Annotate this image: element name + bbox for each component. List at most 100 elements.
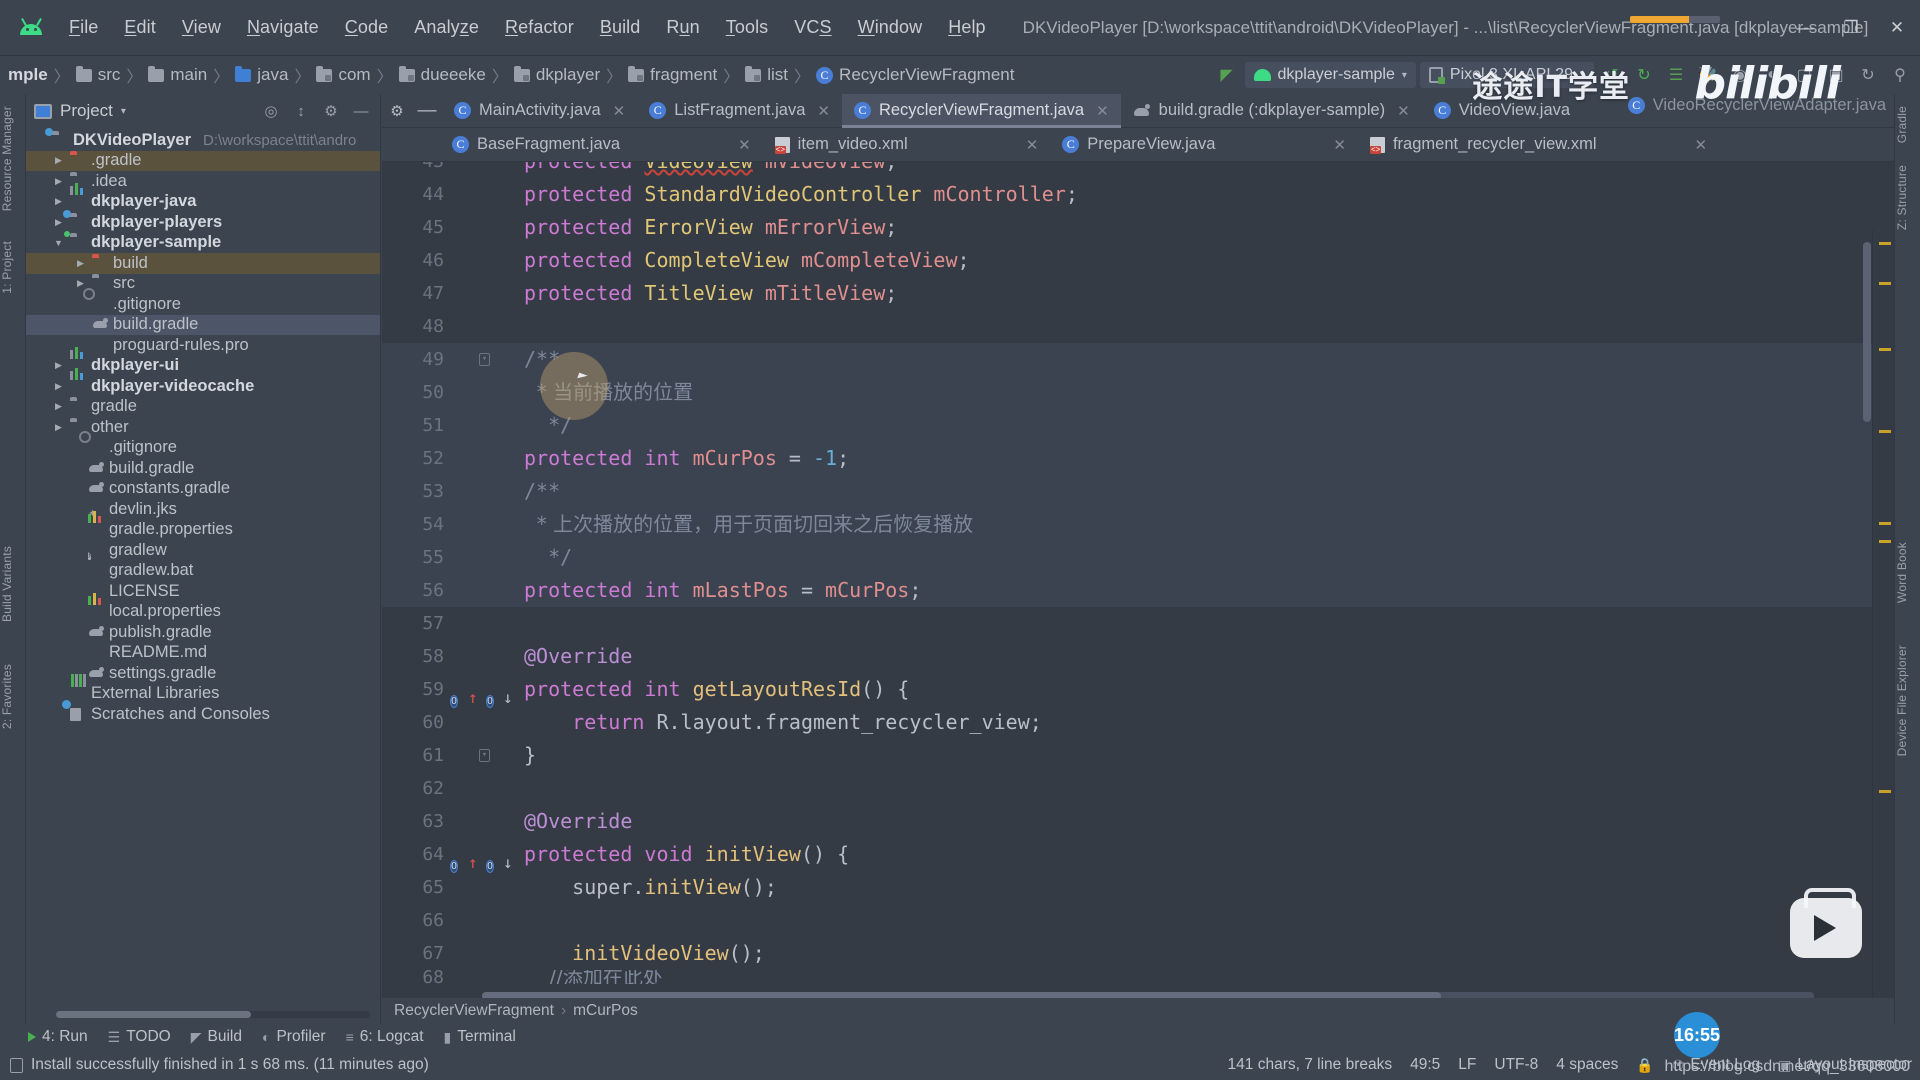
breadcrumb-item-src[interactable]: src xyxy=(74,65,123,85)
code-line[interactable]: 62 xyxy=(382,772,1894,805)
strip-project[interactable]: 1: Project xyxy=(0,235,26,300)
override-marker-icon[interactable]: O xyxy=(486,846,502,873)
breadcrumb-member[interactable]: mCurPos xyxy=(573,1002,638,1020)
tree-node-gradle-dir[interactable]: ▶ .gradle xyxy=(26,150,380,171)
close-button[interactable]: ✕ xyxy=(1874,0,1920,56)
hammer-icon[interactable]: ◤ xyxy=(1213,61,1241,89)
close-icon[interactable]: ✕ xyxy=(1397,102,1410,120)
expand-arrow-icon[interactable]: ▶ xyxy=(52,155,65,166)
close-icon[interactable]: ✕ xyxy=(613,102,626,120)
tree-node-gradlew-bat[interactable]: ▶ gradlew.bat xyxy=(26,561,380,582)
tab-fragment-recycler-view-xml[interactable]: fragment_recycler_view.xml ✕ xyxy=(1358,128,1719,161)
tab-basefragment-java[interactable]: C BaseFragment.java ✕ xyxy=(440,128,763,161)
project-tree[interactable]: ▶ DKVideoPlayer D:\workspace\ttit\andro … xyxy=(26,128,380,1024)
code-editor[interactable]: 43 protected VideoView mVideoView; 44 pr… xyxy=(382,162,1894,1024)
tree-node-gradlew[interactable]: ▶ › gradlew xyxy=(26,540,380,561)
code-lines[interactable]: 43 protected VideoView mVideoView; 44 pr… xyxy=(382,162,1894,1024)
code-line[interactable]: 47 protected TitleView mTitleView; xyxy=(382,277,1894,310)
code-line[interactable]: 55 */ xyxy=(382,541,1894,574)
menu-bar[interactable]: File Edit View Navigate Code Analyze Ref… xyxy=(56,13,999,42)
status-line-separator[interactable]: LF xyxy=(1458,1056,1476,1074)
code-line[interactable]: 60 return R.layout.fragment_recycler_vie… xyxy=(382,706,1894,739)
minimize-button[interactable]: — xyxy=(1782,0,1828,56)
expand-arrow-icon[interactable]: ▶ xyxy=(52,196,65,207)
breadcrumb-item-list[interactable]: list xyxy=(743,65,790,85)
expand-arrow-icon[interactable]: ▶ xyxy=(74,258,87,269)
code-line[interactable]: 56 protected int mLastPos = mCurPos; xyxy=(382,574,1894,607)
code-line[interactable]: 49 ▾ /** xyxy=(382,343,1894,376)
strip-build-variants[interactable]: Build Variants xyxy=(0,540,26,628)
tree-node-publish-gradle[interactable]: ▶ publish.gradle xyxy=(26,622,380,643)
window-controls[interactable]: — ❐ ✕ xyxy=(1782,0,1920,56)
close-icon[interactable]: ✕ xyxy=(1096,102,1109,120)
breadcrumb-item-dkplayer[interactable]: dkplayer xyxy=(512,65,602,85)
tab-prepareview-java[interactable]: C PrepareView.java ✕ xyxy=(1050,128,1358,161)
status-indent[interactable]: 4 spaces xyxy=(1556,1056,1618,1074)
code-line[interactable]: 46 protected CompleteView mCompleteView; xyxy=(382,244,1894,277)
debug-run-icon[interactable]: ↻ xyxy=(1630,61,1658,89)
tool-button-build[interactable]: ◤ Build xyxy=(191,1028,242,1046)
menu-item-refactor[interactable]: Refactor xyxy=(492,13,587,42)
code-line[interactable]: 52 protected int mCurPos = -1; xyxy=(382,442,1894,475)
implements-arrow-up-icon[interactable]: ↑ xyxy=(468,681,484,707)
tab-build-gradle[interactable]: build.gradle (:dkplayer-sample) ✕ xyxy=(1121,94,1422,127)
tree-node-build-gradle-root[interactable]: ▶ build.gradle xyxy=(26,458,380,479)
expand-arrow-icon[interactable]: ▶ xyxy=(52,217,65,228)
overridden-arrow-down-icon[interactable]: ↓ xyxy=(503,681,519,707)
code-line[interactable]: 64 O ↑ O ↓ protected void initView() { xyxy=(382,838,1894,873)
menu-item-file[interactable]: File xyxy=(56,13,111,42)
expand-arrow-icon[interactable]: ▶ xyxy=(52,422,65,433)
code-line[interactable]: 68 //添加在此处 xyxy=(382,970,1894,984)
strip-device-file-explorer[interactable]: Device File Explorer xyxy=(1895,639,1920,762)
fold-marker-icon[interactable]: ▾ xyxy=(479,749,490,762)
collapse-arrow-icon[interactable]: ▼ xyxy=(52,238,65,248)
tree-node-dkplayer-sample[interactable]: ▼ dkplayer-sample xyxy=(26,233,380,254)
tree-node-local-properties[interactable]: ▶ local.properties xyxy=(26,593,380,623)
menu-item-help[interactable]: Help xyxy=(935,13,998,42)
code-line[interactable]: 50 * 当前播放的位置 xyxy=(382,376,1894,409)
strip-structure[interactable]: Z: Structure xyxy=(1895,159,1920,236)
override-marker-icon[interactable]: O xyxy=(486,681,502,708)
menu-item-window[interactable]: Window xyxy=(845,13,936,42)
breadcrumb-item-module[interactable]: mple xyxy=(6,65,50,85)
tool-button-todo[interactable]: ☰ TODO xyxy=(108,1028,171,1046)
tree-node-dkplayer-java[interactable]: ▶ dkplayer-java xyxy=(26,183,380,213)
code-line[interactable]: 67 initVideoView(); xyxy=(382,937,1894,970)
menu-item-vcs[interactable]: VCS xyxy=(781,13,844,42)
close-icon[interactable]: ✕ xyxy=(817,102,830,120)
override-marker-icon[interactable]: O xyxy=(450,846,466,873)
expand-arrow-icon[interactable]: ▶ xyxy=(52,381,65,392)
tool-button-logcat[interactable]: ≡ 6: Logcat xyxy=(346,1028,424,1046)
menu-item-code[interactable]: Code xyxy=(332,13,401,42)
code-line[interactable]: 43 protected VideoView mVideoView; xyxy=(382,162,1894,178)
editor-breadcrumb[interactable]: RecyclerViewFragment › mCurPos xyxy=(382,998,1894,1024)
tree-node-gradle-properties[interactable]: ▶ gradle.properties xyxy=(26,511,380,541)
tool-button-profiler[interactable]: ◐ Profiler xyxy=(262,1028,326,1046)
menu-item-analyze[interactable]: Analyze xyxy=(401,13,492,42)
hide-icon[interactable]: — xyxy=(350,100,372,122)
run-configuration-selector[interactable]: dkplayer-sample ▾ xyxy=(1244,62,1416,88)
tree-node-license[interactable]: ▶ LICENSE xyxy=(26,581,380,602)
close-icon[interactable]: ✕ xyxy=(1695,136,1708,154)
menu-item-run[interactable]: Run xyxy=(653,13,712,42)
settings-icon[interactable]: ⚙ xyxy=(320,100,342,122)
strip-gradle[interactable]: Gradle xyxy=(1895,100,1920,149)
code-line[interactable]: 61 ▾ } xyxy=(382,739,1894,772)
tool-button-run[interactable]: 4: Run xyxy=(28,1028,88,1046)
fold-marker-icon[interactable]: ▾ xyxy=(479,353,490,366)
breadcrumb-item-com[interactable]: com xyxy=(314,65,372,85)
locate-icon[interactable]: ◎ xyxy=(260,100,282,122)
menu-item-navigate[interactable]: Navigate xyxy=(234,13,332,42)
tree-node-build-gradle-sample[interactable]: ▶ build.gradle xyxy=(26,314,380,335)
code-line[interactable]: 65 super.initView(); xyxy=(382,871,1894,904)
code-line[interactable]: 51 */ xyxy=(382,409,1894,442)
minimize-icon[interactable]: — xyxy=(412,94,442,127)
code-line[interactable]: 53 /** xyxy=(382,475,1894,508)
code-line[interactable]: 59 O ↑ O ↓ protected int getLayoutResId(… xyxy=(382,673,1894,708)
expand-arrow-icon[interactable]: ▶ xyxy=(52,360,65,371)
menu-item-edit[interactable]: Edit xyxy=(111,13,168,42)
breadcrumb-item-main[interactable]: main xyxy=(146,65,209,85)
lock-icon[interactable]: 🔒 xyxy=(1636,1057,1653,1074)
menu-item-build[interactable]: Build xyxy=(587,13,654,42)
tab-listfragment-java[interactable]: C ListFragment.java ✕ xyxy=(637,94,842,127)
